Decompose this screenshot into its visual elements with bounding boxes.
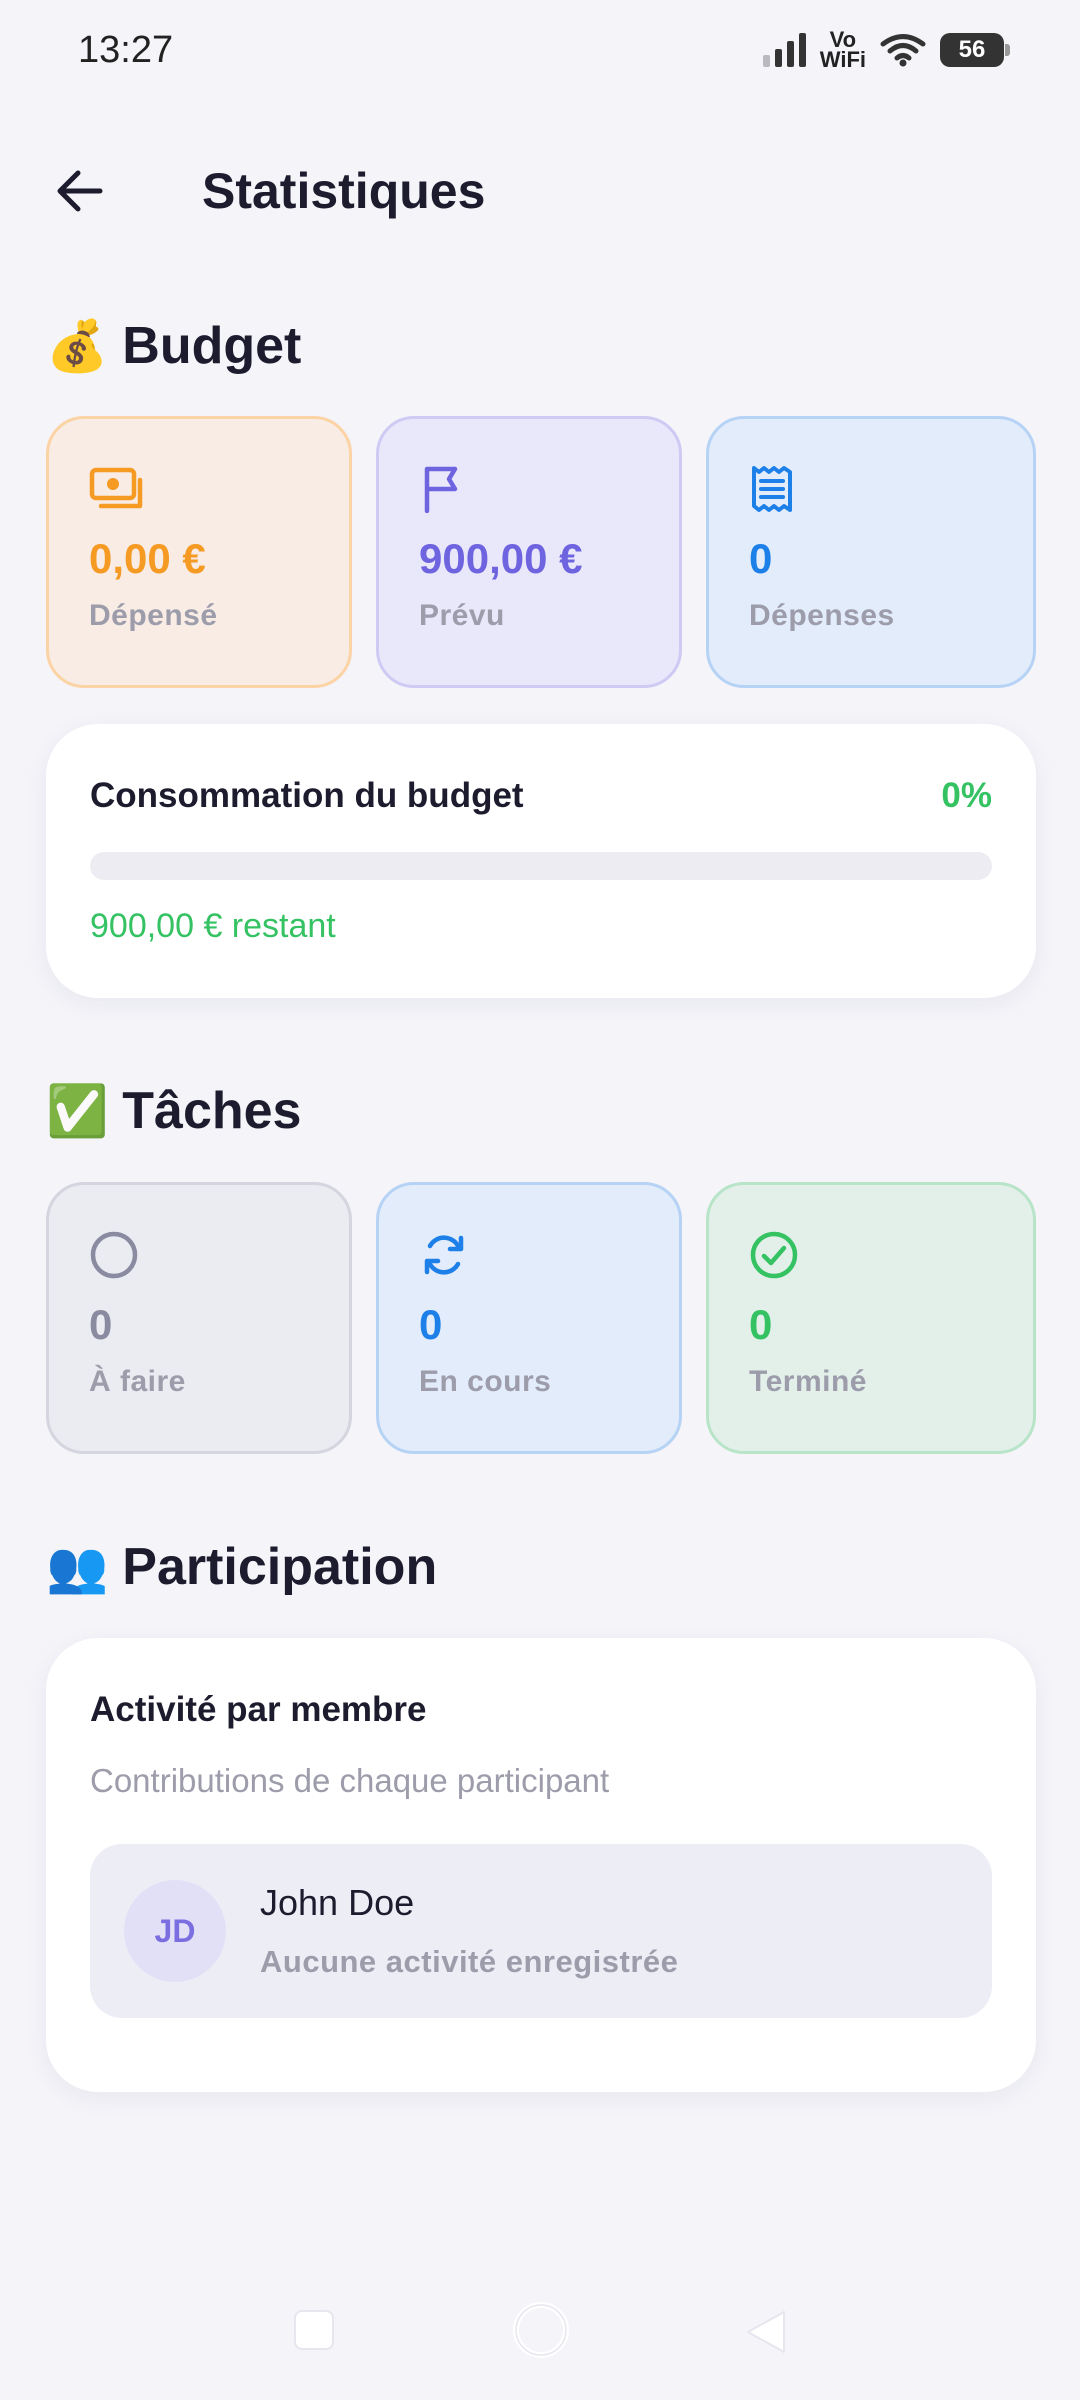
budget-progress-bar bbox=[90, 852, 992, 880]
flag-icon bbox=[419, 459, 479, 519]
busts-icon: 👥 bbox=[46, 1537, 109, 1596]
budget-consumption-percent: 0% bbox=[941, 776, 992, 815]
member-activity-title: Activité par membre bbox=[90, 1690, 427, 1729]
participation-heading: Participation bbox=[122, 1538, 438, 1596]
budget-consumption-header: Consommation du budget 0% bbox=[90, 776, 992, 816]
system-nav-bar bbox=[0, 2290, 1080, 2370]
stat-card-planned[interactable]: 900,00 € Prévu bbox=[376, 416, 682, 688]
back-button[interactable] bbox=[48, 160, 110, 222]
tasks-section-title: ✅ Tâches bbox=[46, 1081, 301, 1141]
stat-value: 0 bbox=[749, 1301, 773, 1348]
budget-heading: Budget bbox=[122, 317, 302, 375]
receipt-icon bbox=[749, 459, 809, 519]
member-activity-subtitle: Contributions de chaque participant bbox=[90, 1762, 610, 1799]
stat-card-expenses[interactable]: 0 Dépenses bbox=[706, 416, 1036, 688]
vowifi-icon: Vo WiFi bbox=[819, 27, 866, 72]
stat-label: Terminé bbox=[749, 1365, 867, 1398]
participation-section-title: 👥 Participation bbox=[46, 1537, 437, 1597]
battery-icon: 56 bbox=[940, 33, 1010, 67]
money-icon bbox=[89, 459, 149, 519]
square-icon[interactable] bbox=[292, 2308, 336, 2357]
stat-card-in-progress[interactable]: 0 En cours bbox=[376, 1182, 682, 1454]
signal-icon bbox=[762, 33, 806, 67]
refresh-icon bbox=[419, 1225, 479, 1285]
stat-label: Dépensé bbox=[89, 599, 218, 632]
stat-value: 0 bbox=[419, 1301, 443, 1348]
stat-value: 0 bbox=[89, 1301, 113, 1348]
arrow-left-icon bbox=[57, 170, 103, 212]
status-time: 13:27 bbox=[78, 28, 174, 71]
stat-label: Prévu bbox=[419, 599, 505, 632]
task-stats: 0 À faire 0 En cours 0 Terminé bbox=[46, 1182, 1036, 1454]
stat-label: À faire bbox=[89, 1365, 186, 1398]
budget-section-title: 💰 Budget bbox=[46, 316, 301, 376]
stat-card-todo[interactable]: 0 À faire bbox=[46, 1182, 352, 1454]
wifi-icon bbox=[880, 34, 926, 67]
stat-value: 900,00 € bbox=[419, 535, 583, 582]
budget-consumption-label: Consommation du budget bbox=[90, 776, 524, 815]
stat-label: Dépenses bbox=[749, 599, 895, 632]
check-mark-button-icon: ✅ bbox=[46, 1081, 109, 1140]
member-row[interactable]: JD John Doe Aucune activité enregistrée bbox=[90, 1844, 992, 2018]
budget-stats: 0,00 € Dépensé 900,00 € Prévu 0 Dépenses bbox=[46, 416, 1036, 688]
status-bar: 13:27 Vo WiFi 56 bbox=[0, 0, 1080, 100]
triangle-back-icon[interactable] bbox=[744, 2308, 788, 2361]
stat-value: 0,00 € bbox=[89, 535, 206, 582]
stat-card-spent[interactable]: 0,00 € Dépensé bbox=[46, 416, 352, 688]
circle-icon bbox=[89, 1225, 149, 1285]
stat-value: 0 bbox=[749, 535, 773, 582]
circle-home-icon[interactable] bbox=[512, 2302, 570, 2364]
status-icons: Vo WiFi 56 bbox=[762, 27, 1010, 72]
avatar: JD bbox=[124, 1880, 226, 1982]
tasks-heading: Tâches bbox=[122, 1082, 302, 1140]
budget-consumption-card: Consommation du budget 0% 900,00 € resta… bbox=[46, 724, 1036, 998]
member-activity-status: Aucune activité enregistrée bbox=[260, 1944, 679, 1979]
member-name: John Doe bbox=[260, 1882, 415, 1923]
check-circle-icon bbox=[749, 1225, 809, 1285]
member-activity-card: Activité par membre Contributions de cha… bbox=[46, 1638, 1036, 2092]
stat-label: En cours bbox=[419, 1365, 552, 1398]
statistics-screen: 13:27 Vo WiFi 56 Statistiques 💰 Budget 0… bbox=[0, 0, 1080, 2400]
stat-card-done[interactable]: 0 Terminé bbox=[706, 1182, 1036, 1454]
budget-remaining: 900,00 € restant bbox=[90, 907, 336, 945]
app-header: Statistiques bbox=[0, 140, 1080, 240]
page-title: Statistiques bbox=[202, 163, 486, 219]
money-bag-icon: 💰 bbox=[46, 316, 109, 375]
